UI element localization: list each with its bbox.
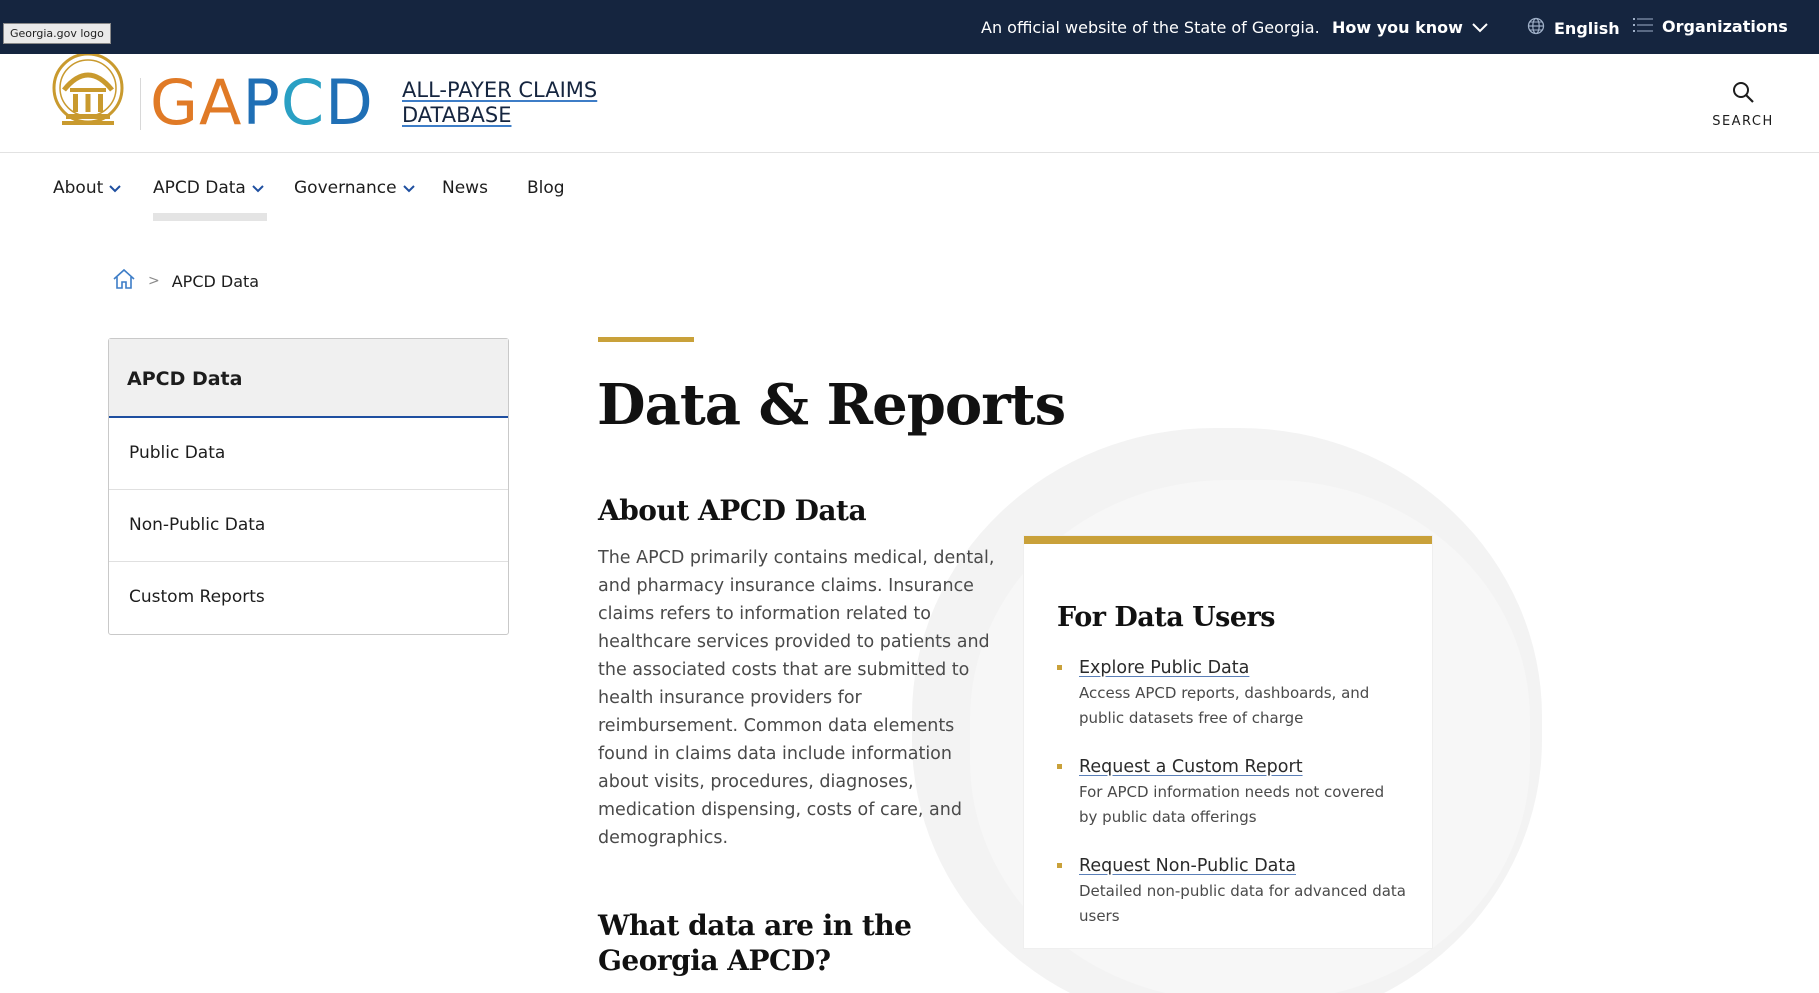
side-nav-item-custom-reports[interactable]: Custom Reports xyxy=(109,562,508,634)
nav-item-blog[interactable]: Blog xyxy=(527,178,565,198)
side-nav-heading[interactable]: APCD Data xyxy=(109,339,508,418)
list-item: Request Non-Public Data Detailed non-pub… xyxy=(1057,856,1407,929)
link-description: Detailed non-public data for advanced da… xyxy=(1079,882,1406,925)
brand-letter-p: P xyxy=(242,66,281,139)
link-description: For APCD information needs not covered b… xyxy=(1079,783,1385,826)
search-icon xyxy=(1731,82,1755,108)
brand-letter-a: A xyxy=(199,66,243,139)
request-non-public-data-link[interactable]: Request Non-Public Data xyxy=(1079,856,1407,876)
nav-item-governance[interactable]: Governance xyxy=(294,178,415,198)
site-title-line-1: ALL-PAYER CLAIMS xyxy=(402,78,598,102)
card-title: For Data Users xyxy=(1057,602,1275,633)
language-selector[interactable]: English xyxy=(1527,17,1620,39)
title-accent-rule xyxy=(598,337,694,342)
chevron-down-icon xyxy=(252,178,264,198)
about-heading: About APCD Data xyxy=(598,494,867,527)
nav-item-label: Blog xyxy=(527,178,565,198)
search-button[interactable]: SEARCH xyxy=(1710,80,1776,129)
site-title-link[interactable]: ALL-PAYER CLAIMS DATABASE xyxy=(402,78,597,128)
side-nav-item-non-public-data[interactable]: Non-Public Data xyxy=(109,490,508,562)
chevron-down-icon xyxy=(1472,18,1488,37)
explore-public-data-link[interactable]: Explore Public Data xyxy=(1079,658,1407,678)
official-site-banner: An official website of the State of Geor… xyxy=(0,0,1819,54)
nav-item-apcd-data[interactable]: APCD Data xyxy=(153,178,264,198)
chevron-down-icon xyxy=(402,178,415,198)
official-website-text: An official website of the State of Geor… xyxy=(981,18,1320,37)
bullet-icon xyxy=(1057,665,1062,670)
data-users-card: For Data Users Explore Public Data Acces… xyxy=(1024,536,1432,948)
link-description: Access APCD reports, dashboards, and pub… xyxy=(1079,684,1370,727)
request-custom-report-link[interactable]: Request a Custom Report xyxy=(1079,757,1407,777)
what-data-heading: What data are in the Georgia APCD? xyxy=(598,909,912,977)
brand-letter-d: D xyxy=(325,66,374,139)
brand-letter-g: G xyxy=(150,66,200,139)
card-link-list: Explore Public Data Access APCD reports,… xyxy=(1057,658,1407,955)
bullet-icon xyxy=(1057,863,1062,868)
page-title: Data & Reports xyxy=(597,372,1066,438)
nav-item-news[interactable]: News xyxy=(442,178,488,198)
nav-item-label: APCD Data xyxy=(153,178,246,198)
home-icon[interactable] xyxy=(112,268,136,294)
list-item: Explore Public Data Access APCD reports,… xyxy=(1057,658,1407,731)
globe-icon xyxy=(1527,17,1545,39)
gapcd-wordmark[interactable]: GAPCD xyxy=(150,72,374,134)
nav-item-label: Governance xyxy=(294,178,397,198)
bullet-icon xyxy=(1057,764,1062,769)
search-label: SEARCH xyxy=(1712,114,1774,129)
logo-tooltip: Georgia.gov logo xyxy=(3,23,111,44)
how-you-know-label: How you know xyxy=(1332,18,1463,37)
list-item: Request a Custom Report For APCD informa… xyxy=(1057,757,1407,830)
nav-item-label: About xyxy=(53,178,104,198)
chevron-down-icon xyxy=(109,178,121,198)
header-divider xyxy=(140,78,141,130)
organizations-label: Organizations xyxy=(1662,17,1788,36)
nav-active-indicator xyxy=(153,213,267,221)
list-icon xyxy=(1633,17,1653,36)
nav-item-about[interactable]: About xyxy=(53,178,121,198)
site-title-line-2: DATABASE xyxy=(402,103,512,127)
side-nav-item-public-data[interactable]: Public Data xyxy=(109,418,508,490)
about-paragraph: The APCD primarily contains medical, den… xyxy=(598,548,995,848)
main-navigation: About APCD Data Governance News Blog xyxy=(0,153,1819,223)
language-label: English xyxy=(1554,18,1620,38)
brand-letter-c: C xyxy=(280,66,326,139)
georgia-seal-logo[interactable] xyxy=(50,52,126,134)
organizations-menu[interactable]: Organizations xyxy=(1633,17,1788,36)
site-header: GAPCD ALL-PAYER CLAIMS DATABASE SEARCH xyxy=(0,52,1819,153)
section-side-nav: APCD Data Public Data Non-Public Data Cu… xyxy=(108,338,509,635)
nav-item-label: News xyxy=(442,178,488,198)
breadcrumb: > APCD Data xyxy=(112,268,259,294)
breadcrumb-separator: > xyxy=(148,273,160,289)
breadcrumb-current: APCD Data xyxy=(171,271,260,291)
how-you-know-toggle[interactable]: How you know xyxy=(1332,18,1488,37)
